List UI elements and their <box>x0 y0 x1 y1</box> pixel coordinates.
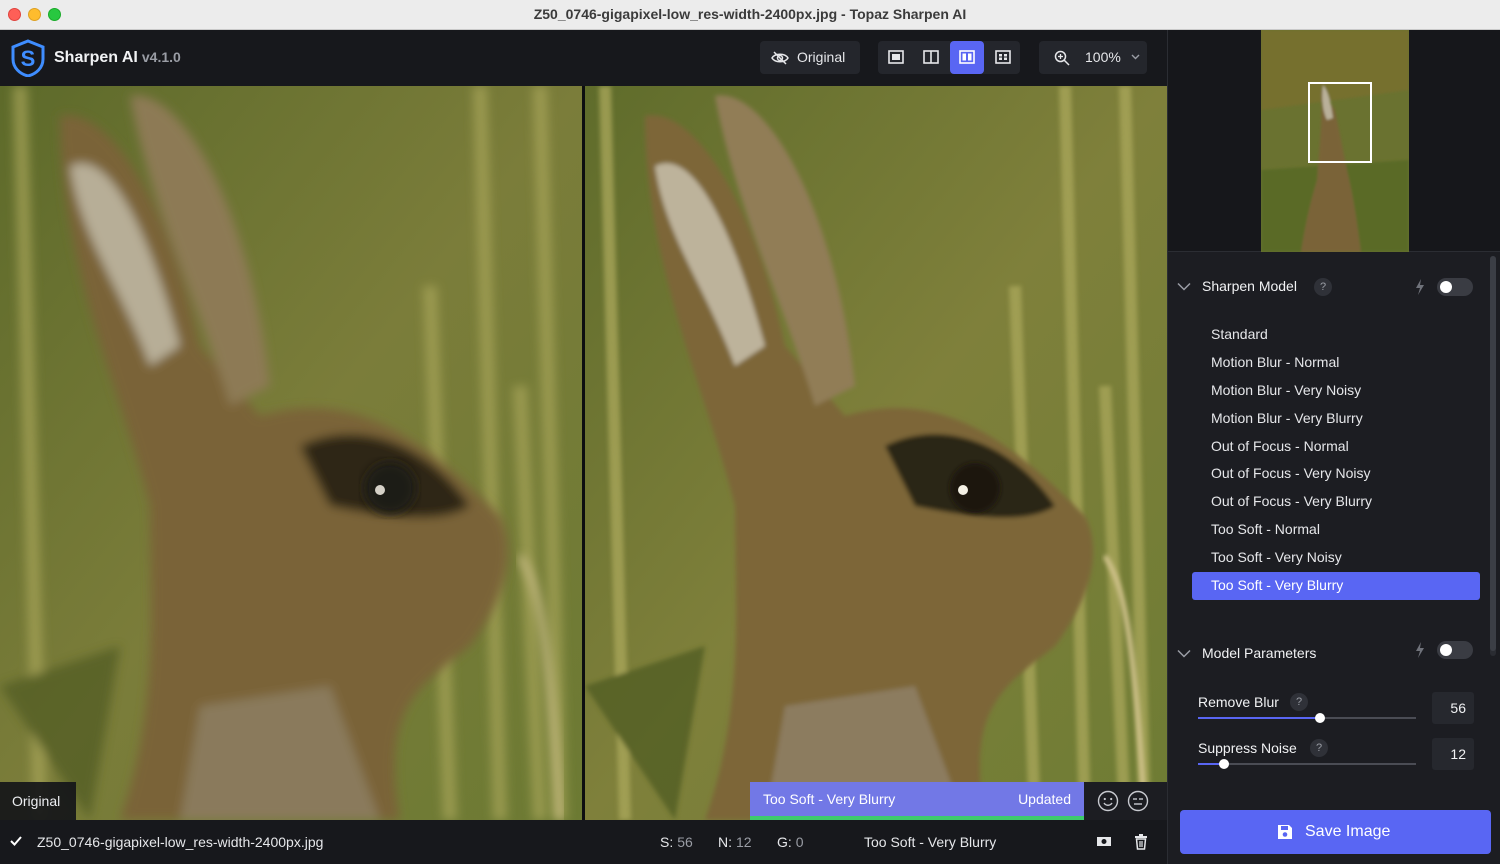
camera-icon[interactable] <box>1096 834 1112 848</box>
trash-icon[interactable] <box>1134 834 1148 850</box>
lightning-bolt-icon[interactable] <box>1414 641 1426 659</box>
show-original-label: Original <box>797 49 846 65</box>
zoom-in-icon <box>1054 50 1070 66</box>
quad-view-button[interactable] <box>986 41 1020 74</box>
model-option-too-soft-very-noisy[interactable]: Too Soft - Very Noisy <box>1192 544 1480 572</box>
suppress-noise-help-icon[interactable]: ? <box>1310 739 1328 757</box>
sharpen-stat-value: 56 <box>677 834 693 850</box>
save-image-button[interactable]: Save Image <box>1180 810 1491 854</box>
grain-stat-value: 0 <box>795 834 804 850</box>
app-version: v4.1.0 <box>141 49 181 65</box>
hare-photo-original <box>0 86 582 820</box>
suppress-noise-slider[interactable] <box>1198 759 1416 769</box>
side-by-side-view-icon <box>959 50 975 64</box>
model-parameters-title: Model Parameters <box>1202 645 1317 661</box>
navigator-viewport-frame[interactable] <box>1308 82 1372 163</box>
single-view-button[interactable] <box>879 41 913 74</box>
bottom-model-name: Too Soft - Very Blurry <box>864 834 997 850</box>
sharpen-stat: S: 56 <box>660 834 693 850</box>
neutral-face-icon[interactable] <box>1127 790 1149 812</box>
show-original-button[interactable]: Original <box>760 41 860 74</box>
quad-view-icon <box>995 50 1011 64</box>
lightning-bolt-icon[interactable] <box>1414 278 1426 296</box>
single-view-icon <box>888 50 904 64</box>
noise-stat-value: 12 <box>736 834 752 850</box>
suppress-noise-control: Suppress Noise ? 12 <box>1198 738 1493 780</box>
view-mode-group <box>878 41 1020 74</box>
remove-blur-slider-fill <box>1198 717 1320 719</box>
model-option-standard[interactable]: Standard <box>1192 321 1480 349</box>
panel-scrollbar-thumb[interactable] <box>1490 256 1496 651</box>
chevron-down-icon <box>1131 54 1140 60</box>
split-view-icon <box>923 50 939 64</box>
remove-blur-slider-thumb[interactable] <box>1315 713 1325 723</box>
window-title: Z50_0746-gigapixel-low_res-width-2400px.… <box>533 6 967 22</box>
model-option-out-of-focus-normal[interactable]: Out of Focus - Normal <box>1192 433 1480 461</box>
app-name: Sharpen AI v4.1.0 <box>54 49 181 67</box>
model-option-motion-blur-very-blurry[interactable]: Motion Blur - Very Blurry <box>1192 405 1480 433</box>
model-option-out-of-focus-very-blurry[interactable]: Out of Focus - Very Blurry <box>1192 488 1480 516</box>
grain-stat: G: 0 <box>777 834 804 850</box>
zoom-dropdown[interactable]: 100% <box>1039 41 1147 74</box>
original-pane-label: Original <box>0 782 76 820</box>
floppy-disk-icon <box>1278 825 1292 839</box>
app-name-text: Sharpen AI <box>54 49 138 66</box>
smile-face-icon[interactable] <box>1097 790 1119 812</box>
window-titlebar: Z50_0746-gigapixel-low_res-width-2400px.… <box>0 0 1500 30</box>
noise-stat-label: N: <box>718 834 732 850</box>
checkmark-icon[interactable] <box>9 834 23 848</box>
panel-scrollbar[interactable] <box>1490 256 1496 656</box>
grain-stat-label: G: <box>777 834 792 850</box>
sharpen-model-list: Standard Motion Blur - Normal Motion Blu… <box>1192 321 1480 600</box>
hare-photo-processed <box>585 86 1167 820</box>
sharpen-model-auto-toggle[interactable] <box>1437 278 1473 296</box>
remove-blur-label: Remove Blur <box>1198 694 1279 710</box>
toggle-knob <box>1440 281 1452 293</box>
status-updated: Updated <box>1018 791 1071 807</box>
remove-blur-value-input[interactable]: 56 <box>1432 692 1474 724</box>
navigator-thumbnail[interactable] <box>1261 30 1409 252</box>
suppress-noise-slider-thumb[interactable] <box>1219 759 1229 769</box>
image-preview-area[interactable]: Original Too Soft - Very Blurry Updated <box>0 86 1167 820</box>
chevron-down-icon <box>1177 282 1191 291</box>
bottom-status-bar: Z50_0746-gigapixel-low_res-width-2400px.… <box>0 820 1167 864</box>
sharpen-model-header[interactable]: Sharpen Model ? <box>1168 275 1488 299</box>
model-option-motion-blur-normal[interactable]: Motion Blur - Normal <box>1192 349 1480 377</box>
suppress-noise-label: Suppress Noise <box>1198 740 1297 756</box>
model-parameters-header[interactable]: Model Parameters <box>1168 641 1488 666</box>
settings-panel: Sharpen Model ? Standard Motion Blur - N… <box>1167 30 1500 864</box>
file-name[interactable]: Z50_0746-gigapixel-low_res-width-2400px.… <box>37 834 323 850</box>
remove-blur-slider[interactable] <box>1198 713 1416 723</box>
remove-blur-help-icon[interactable]: ? <box>1290 693 1308 711</box>
model-option-too-soft-normal[interactable]: Too Soft - Normal <box>1192 516 1480 544</box>
toggle-knob <box>1440 644 1452 656</box>
sharpen-model-help-icon[interactable]: ? <box>1314 278 1332 296</box>
svg-text:S: S <box>21 46 36 71</box>
eye-slash-icon <box>771 51 789 65</box>
processed-preview-pane[interactable] <box>585 86 1167 820</box>
navigator <box>1168 30 1500 252</box>
model-option-motion-blur-very-noisy[interactable]: Motion Blur - Very Noisy <box>1192 377 1480 405</box>
noise-stat: N: 12 <box>718 834 752 850</box>
suppress-noise-value-input[interactable]: 12 <box>1432 738 1474 770</box>
feedback-group <box>1084 782 1167 820</box>
status-model-name: Too Soft - Very Blurry <box>763 791 896 807</box>
sharpen-model-title: Sharpen Model <box>1202 278 1297 294</box>
model-option-too-soft-very-blurry[interactable]: Too Soft - Very Blurry <box>1192 572 1480 600</box>
model-parameters-auto-toggle[interactable] <box>1437 641 1473 659</box>
original-preview-pane[interactable]: Original <box>0 86 582 820</box>
topaz-logo-icon: S <box>11 39 45 77</box>
remove-blur-control: Remove Blur ? 56 <box>1198 692 1493 734</box>
processing-status-bar: Too Soft - Very Blurry Updated <box>750 782 1084 820</box>
top-toolbar: S Sharpen AI v4.1.0 Original 100% <box>0 30 1167 86</box>
split-view-button[interactable] <box>914 41 948 74</box>
side-by-side-view-button[interactable] <box>950 41 984 74</box>
zoom-level: 100% <box>1085 49 1121 65</box>
model-option-out-of-focus-very-noisy[interactable]: Out of Focus - Very Noisy <box>1192 460 1480 488</box>
save-image-label: Save Image <box>1305 823 1391 840</box>
chevron-down-icon <box>1177 649 1191 658</box>
sharpen-stat-label: S: <box>660 834 674 850</box>
